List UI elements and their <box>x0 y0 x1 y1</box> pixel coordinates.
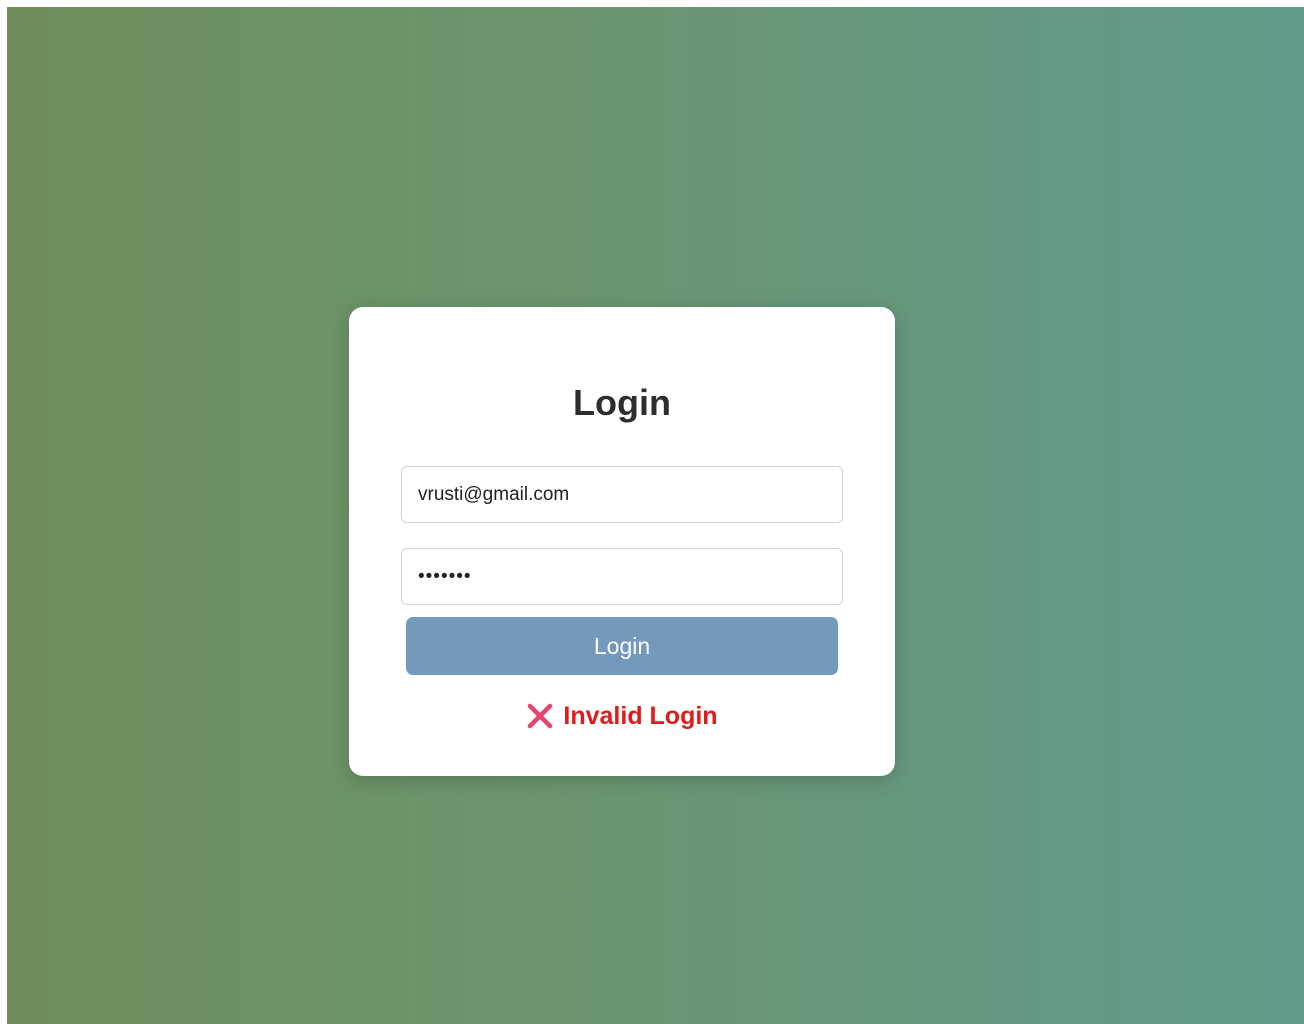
login-title: Login <box>573 382 671 423</box>
error-message: Invalid Login <box>349 699 895 733</box>
password-field[interactable] <box>401 548 843 605</box>
error-text: Invalid Login <box>563 701 718 730</box>
page-background: Login Login Invalid Login <box>7 7 1304 1024</box>
login-card: Login Login Invalid Login <box>349 307 895 776</box>
close-x-icon <box>526 702 554 730</box>
email-field[interactable] <box>401 466 843 523</box>
login-button[interactable]: Login <box>406 617 838 675</box>
